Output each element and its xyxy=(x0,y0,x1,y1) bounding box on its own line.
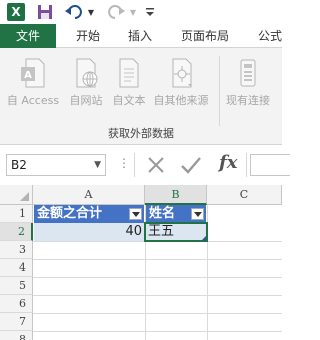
filter-dropdown-icon[interactable] xyxy=(129,208,142,220)
access-db-icon: A xyxy=(4,56,62,88)
filter-dropdown-icon[interactable] xyxy=(191,208,204,220)
tab-home[interactable]: 开始 xyxy=(76,24,100,48)
row-header-3[interactable]: 3 xyxy=(0,241,33,259)
tab-file[interactable]: 文件 xyxy=(0,24,56,48)
cancel-x-icon[interactable] xyxy=(146,155,166,178)
row-header-1[interactable]: 1 xyxy=(0,205,33,223)
gridline xyxy=(33,259,282,260)
column-header-b[interactable]: B xyxy=(145,185,207,205)
formula-input[interactable] xyxy=(250,154,290,176)
insert-function-icon[interactable]: fx xyxy=(219,152,237,173)
redo-icon[interactable] xyxy=(106,3,126,21)
from-other-sources-button[interactable]: 自其他来源 xyxy=(151,56,211,108)
undo-icon[interactable] xyxy=(64,3,84,21)
formula-separator xyxy=(134,153,135,177)
svg-text:A: A xyxy=(24,70,32,81)
column-header-c[interactable]: C xyxy=(207,185,282,205)
table-cell[interactable]: 40 xyxy=(34,223,145,241)
column-header-a[interactable]: A xyxy=(33,185,145,205)
tab-formulas[interactable]: 公式 xyxy=(258,24,282,48)
select-all-button[interactable] xyxy=(0,185,33,205)
name-box-dropdown-icon[interactable]: ▼ xyxy=(94,155,101,175)
gridline xyxy=(33,295,282,296)
table-header-cell[interactable]: 姓名 xyxy=(146,205,206,223)
from-web-button[interactable]: 自网站 xyxy=(65,56,107,108)
text-file-icon xyxy=(108,56,150,88)
undo-dropdown-icon[interactable]: ▼ xyxy=(86,3,96,21)
enter-check-icon[interactable] xyxy=(180,155,202,178)
from-access-button[interactable]: A 自 Access xyxy=(4,56,62,108)
row-header-5[interactable]: 5 xyxy=(0,277,33,295)
row-header-8[interactable]: 8 xyxy=(0,331,33,340)
save-icon[interactable] xyxy=(36,3,54,21)
web-icon xyxy=(65,56,107,88)
tab-page-layout[interactable]: 页面布局 xyxy=(181,24,229,48)
name-box-value: B2 xyxy=(11,158,27,172)
existing-connections-icon xyxy=(222,56,274,88)
ribbon-data-panel: A 自 Access 自网站 自文本 自其他来源 现有连接 获取外部数据 xyxy=(0,48,282,145)
gridline xyxy=(33,313,282,314)
existing-connections-button[interactable]: 现有连接 xyxy=(222,56,274,108)
customize-qat-icon[interactable] xyxy=(144,3,156,21)
formula-bar: B2 ▼ ⋮ fx xyxy=(0,145,290,185)
ribbon-tabs: 文件 开始 插入 页面布局 公式 xyxy=(0,24,282,48)
other-sources-icon xyxy=(151,56,211,88)
fx-separator xyxy=(246,153,247,177)
gridline xyxy=(33,331,282,332)
active-cell-selection xyxy=(144,222,208,242)
table-header-cell[interactable]: 金额之合计 xyxy=(34,205,144,223)
row-header-2[interactable]: 2 xyxy=(0,223,33,241)
formula-bar-grip-icon[interactable]: ⋮ xyxy=(118,156,130,170)
row-header-6[interactable]: 6 xyxy=(0,295,33,313)
table-resize-handle[interactable] xyxy=(201,236,206,241)
quick-access-toolbar: X ▼ ▼ xyxy=(0,0,282,24)
name-box[interactable]: B2 ▼ xyxy=(6,154,106,176)
redo-dropdown-icon[interactable]: ▼ xyxy=(128,3,138,21)
gridline xyxy=(33,277,282,278)
ribbon-group-label: 获取外部数据 xyxy=(108,127,174,140)
excel-icon: X xyxy=(7,3,25,21)
tab-insert[interactable]: 插入 xyxy=(128,24,152,48)
from-text-button[interactable]: 自文本 xyxy=(108,56,150,108)
worksheet-grid: A B C 1 2 3 4 5 6 7 8 金额之合计 姓名 40 王五 xyxy=(0,185,282,340)
ribbon-separator xyxy=(219,56,220,126)
row-header-4[interactable]: 4 xyxy=(0,259,33,277)
row-header-7[interactable]: 7 xyxy=(0,313,33,331)
